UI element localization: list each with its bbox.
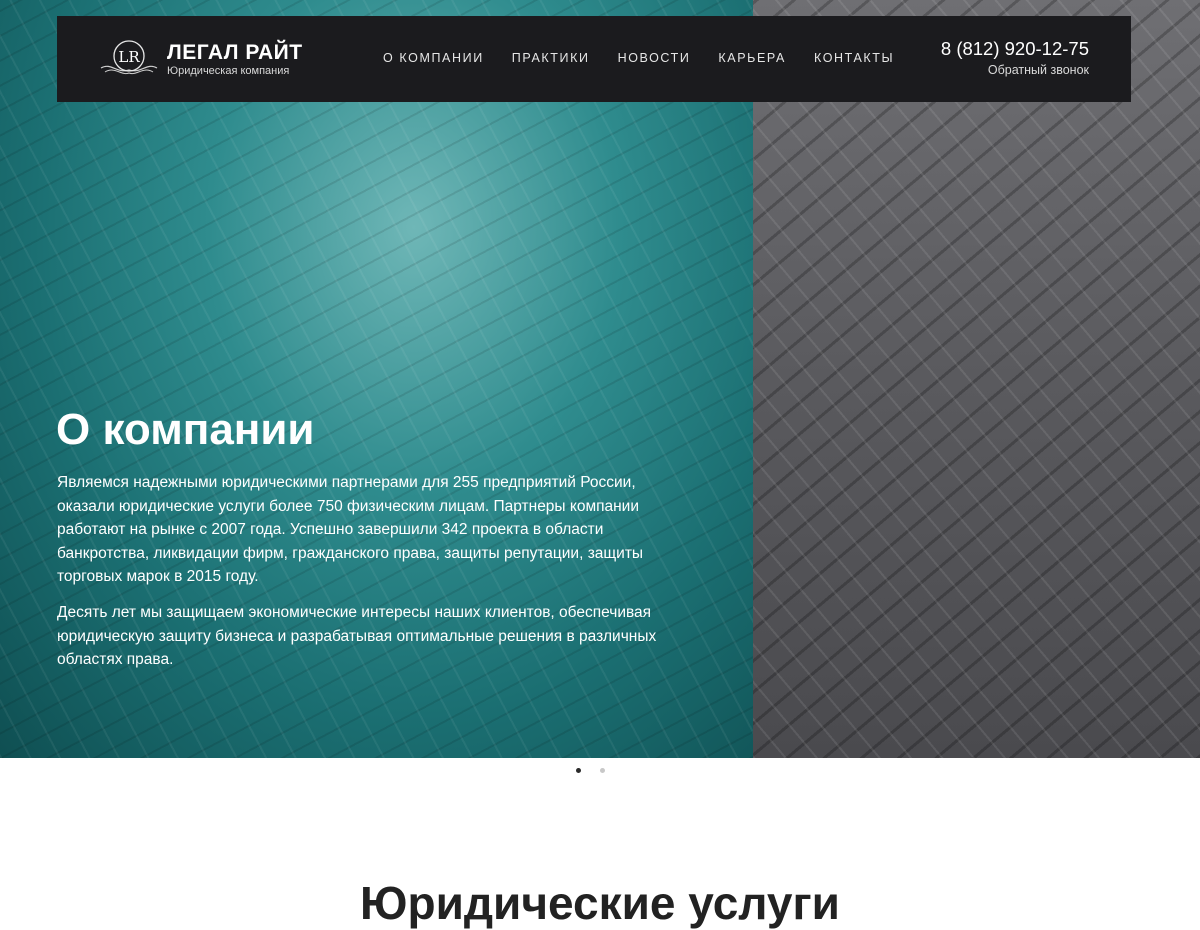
callback-link[interactable]: Обратный звонок [941, 63, 1089, 77]
logo-name: ЛЕГАЛ РАЙТ [167, 41, 303, 64]
hero-gray-background [753, 0, 1200, 758]
menu-item-contacts[interactable]: КОНТАКТЫ [814, 51, 894, 65]
logo-subtitle: Юридическая компания [167, 65, 290, 77]
logo-emblem-icon: LR [100, 40, 158, 75]
menu-item-company[interactable]: О КОМПАНИИ [383, 51, 484, 65]
hero-section: LR ЛЕГАЛ РАЙТ Юридическая компания О КОМ… [0, 0, 1200, 758]
phone-number[interactable]: 8 (812) 920-12-75 [941, 38, 1089, 60]
about-title: О компании [56, 405, 315, 454]
services-title: Юридические услуги [360, 877, 840, 929]
about-paragraph-1: Являемся надежными юридическими партнера… [57, 474, 644, 585]
main-menu: О КОМПАНИИ ПРАКТИКИ НОВОСТИ КАРЬЕРА КОНТ… [383, 51, 922, 65]
menu-item-practices[interactable]: ПРАКТИКИ [512, 51, 590, 65]
about-paragraph-2: Десять лет мы защищаем экономические инт… [57, 604, 657, 668]
menu-item-career[interactable]: КАРЬЕРА [718, 51, 786, 65]
logo[interactable]: LR ЛЕГАЛ РАЙТ Юридическая компания [97, 38, 302, 82]
menu-item-news[interactable]: НОВОСТИ [618, 51, 691, 65]
contact-block: 8 (812) 920-12-75 Обратный звонок [941, 38, 1089, 77]
slider-pagination [576, 768, 605, 773]
slider-dot-1[interactable] [576, 768, 581, 773]
header-navbar: LR ЛЕГАЛ РАЙТ Юридическая компания О КОМ… [57, 16, 1131, 102]
logo-monogram: LR [118, 48, 140, 66]
slider-dot-2[interactable] [600, 768, 605, 773]
